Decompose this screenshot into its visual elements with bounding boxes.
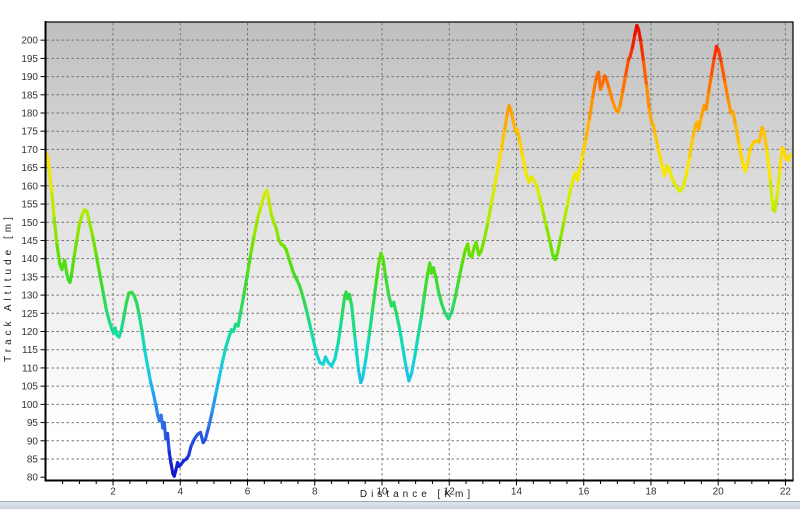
svg-text:165: 165: [21, 163, 38, 174]
chart-window: 80 85 90 95 100 105 110 115 120 125 130 135 140 145 15…: [0, 0, 800, 509]
svg-text:6: 6: [245, 487, 251, 498]
svg-text:150: 150: [21, 218, 38, 229]
svg-text:2: 2: [110, 487, 116, 498]
svg-text:105: 105: [21, 382, 38, 393]
svg-text:100: 100: [21, 400, 38, 411]
svg-text:80: 80: [27, 473, 39, 484]
svg-text:120: 120: [21, 327, 38, 338]
svg-text:160: 160: [21, 181, 38, 192]
altitude-profile-figure: 80 85 90 95 100 105 110 115 120 125 130 135 140 145 15…: [0, 0, 800, 501]
svg-text:110: 110: [22, 363, 38, 374]
svg-text:180: 180: [21, 109, 38, 120]
svg-text:200: 200: [21, 36, 38, 47]
svg-text:4: 4: [177, 487, 183, 498]
svg-text:130: 130: [21, 291, 38, 302]
svg-text:155: 155: [21, 200, 38, 211]
svg-text:85: 85: [27, 454, 39, 465]
x-ticks: [63, 482, 786, 486]
svg-text:115: 115: [22, 345, 38, 356]
svg-text:125: 125: [21, 309, 38, 320]
svg-text:18: 18: [645, 487, 657, 498]
svg-text:8: 8: [312, 487, 318, 498]
svg-text:140: 140: [21, 254, 38, 265]
altitude-profile-chart: 80 85 90 95 100 105 110 115 120 125 130 135 140 145 15…: [0, 0, 800, 501]
svg-text:95: 95: [27, 418, 39, 429]
svg-text:22: 22: [780, 487, 792, 498]
y-tick-labels: 80 85 90 95 100 105 110 115 120 125 130 135 140 145 15…: [21, 36, 38, 484]
svg-text:145: 145: [21, 236, 38, 247]
x-axis-title: Distance [Km]: [360, 489, 474, 500]
y-axis-title: Track Altitude [m]: [3, 213, 14, 362]
svg-text:135: 135: [21, 272, 38, 283]
svg-text:185: 185: [21, 90, 38, 101]
svg-text:190: 190: [21, 72, 38, 83]
svg-text:90: 90: [27, 436, 39, 447]
svg-text:170: 170: [21, 145, 38, 156]
svg-text:20: 20: [713, 487, 725, 498]
window-bottom-edge: [0, 501, 800, 509]
svg-text:175: 175: [21, 127, 38, 138]
svg-text:14: 14: [511, 487, 523, 498]
svg-text:16: 16: [578, 487, 590, 498]
svg-text:195: 195: [21, 54, 38, 65]
